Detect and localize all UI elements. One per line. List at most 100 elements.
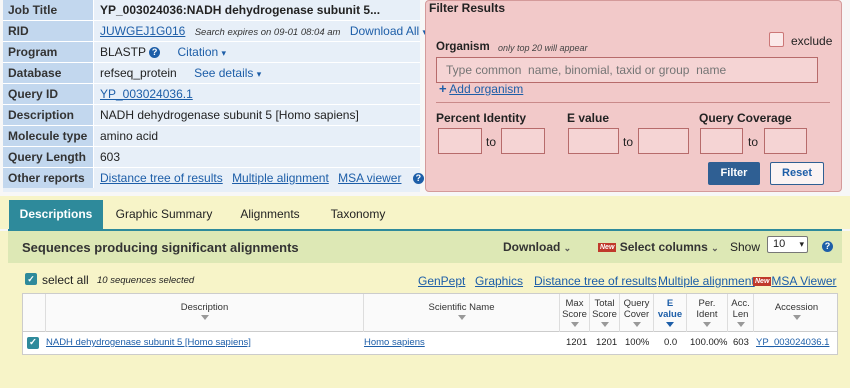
table-row[interactable]: ✓ NADH dehydrogenase subunit 5 [Homo sap… bbox=[23, 332, 837, 354]
sort-arrow-icon bbox=[736, 322, 745, 327]
show-label: Show bbox=[730, 240, 761, 254]
sort-arrow-icon bbox=[666, 322, 674, 327]
sort-arrow-icon bbox=[570, 322, 579, 327]
citation-link[interactable]: Citation bbox=[178, 45, 219, 59]
select-all-checkbox[interactable]: ✓ bbox=[25, 273, 37, 285]
column-header-acc-len[interactable]: Acc. Len bbox=[727, 294, 753, 332]
sort-arrow-icon bbox=[792, 315, 801, 320]
multiple-alignment-link[interactable]: Multiple alignment bbox=[658, 274, 755, 288]
tab-graphic-summary[interactable]: Graphic Summary bbox=[108, 200, 220, 229]
sort-arrow-icon bbox=[632, 322, 641, 327]
column-header-description[interactable]: Description bbox=[45, 294, 363, 332]
database-value: refseq_protein bbox=[100, 66, 177, 80]
row-accession-link[interactable]: YP_003024036.1 bbox=[756, 337, 829, 348]
column-header-query-cover[interactable]: Query Cover bbox=[619, 294, 653, 332]
column-header-per-ident[interactable]: Per. Ident bbox=[686, 294, 727, 332]
sort-arrow-icon bbox=[600, 322, 609, 327]
query-coverage-max-input[interactable] bbox=[764, 128, 807, 154]
genpept-link[interactable]: GenPept bbox=[418, 274, 465, 288]
chevron-down-icon: ▾ bbox=[799, 239, 804, 249]
percent-identity-max-input[interactable] bbox=[501, 128, 545, 154]
program-label: Program bbox=[3, 42, 94, 62]
query-length-label: Query Length bbox=[3, 147, 94, 167]
download-dropdown[interactable]: Download ⌄ bbox=[503, 240, 571, 254]
distance-tree-link[interactable]: Distance tree of results bbox=[534, 274, 657, 288]
query-id-link[interactable]: YP_003024036.1 bbox=[100, 84, 193, 104]
query-coverage-min-input[interactable] bbox=[700, 128, 743, 154]
column-header-total-score[interactable]: Total Score bbox=[589, 294, 619, 332]
multiple-alignment-link[interactable]: Multiple alignment bbox=[232, 171, 329, 185]
row-query-cover: 100% bbox=[625, 337, 650, 348]
organism-note: only top 20 will appear bbox=[498, 43, 588, 53]
msa-viewer-link[interactable]: New MSA Viewer bbox=[753, 274, 837, 288]
job-title-label: Job Title bbox=[3, 0, 94, 20]
tab-alignments[interactable]: Alignments bbox=[230, 200, 310, 229]
plus-icon: + bbox=[439, 81, 447, 96]
to-label: to bbox=[748, 135, 759, 149]
sort-arrow-icon bbox=[200, 315, 209, 320]
tab-taxonomy[interactable]: Taxonomy bbox=[320, 200, 396, 229]
other-reports-row: Other reports Distance tree of results M… bbox=[3, 168, 424, 189]
graphics-link[interactable]: Graphics bbox=[475, 274, 523, 288]
molecule-type-row: Molecule type amino acid bbox=[3, 126, 420, 147]
results-section: Sequences producing significant alignmen… bbox=[0, 231, 850, 388]
results-header: Sequences producing significant alignmen… bbox=[8, 231, 842, 263]
chevron-down-icon[interactable]: ▾ bbox=[222, 43, 227, 63]
e-value-min-input[interactable] bbox=[568, 128, 619, 154]
see-details-link[interactable]: See details bbox=[194, 66, 253, 80]
select-columns-dropdown[interactable]: New Select columns ⌄ bbox=[598, 240, 719, 254]
description-row: Description NADH dehydrogenase subunit 5… bbox=[3, 105, 420, 126]
to-label: to bbox=[623, 135, 634, 149]
row-description-link[interactable]: NADH dehydrogenase subunit 5 [Homo sapie… bbox=[46, 337, 251, 348]
results-table: Description Scientific Name Max Score To… bbox=[22, 293, 838, 355]
help-icon[interactable]: ? bbox=[149, 47, 161, 59]
row-max-score: 1201 bbox=[566, 337, 588, 348]
sort-arrow-icon bbox=[457, 315, 466, 320]
program-value: BLASTP bbox=[100, 45, 146, 59]
result-tabs: Descriptions Graphic Summary Alignments … bbox=[0, 196, 850, 229]
description-value: NADH dehydrogenase subunit 5 [Homo sapie… bbox=[100, 108, 359, 122]
row-scientific-name-link[interactable]: Homo sapiens bbox=[364, 337, 425, 348]
e-value-label: E value bbox=[567, 111, 610, 125]
column-header-e-value[interactable]: E value bbox=[653, 294, 686, 332]
reset-button[interactable]: Reset bbox=[770, 162, 824, 185]
help-icon[interactable]: ? bbox=[412, 173, 424, 185]
percent-identity-min-input[interactable] bbox=[438, 128, 482, 154]
chevron-down-icon: ⌄ bbox=[563, 243, 572, 253]
molecule-type-label: Molecule type bbox=[3, 126, 94, 146]
program-row: Program BLASTP ? Citation ▾ bbox=[3, 42, 420, 63]
exclude-label: exclude bbox=[791, 34, 833, 48]
rid-link[interactable]: JUWGEJ1G016 bbox=[100, 24, 185, 38]
results-title: Sequences producing significant alignmen… bbox=[22, 240, 299, 255]
query-coverage-label: Query Coverage bbox=[699, 111, 792, 125]
description-label: Description bbox=[3, 105, 94, 125]
rid-row: RID JUWGEJ1G016 Search expires on 09-01 … bbox=[3, 21, 427, 42]
exclude-checkbox[interactable] bbox=[769, 32, 784, 47]
rid-label: RID bbox=[3, 21, 94, 41]
column-header-scientific-name[interactable]: Scientific Name bbox=[363, 294, 559, 332]
row-checkbox[interactable]: ✓ bbox=[27, 337, 39, 349]
new-badge: New bbox=[598, 243, 617, 253]
molecule-type-value: amino acid bbox=[100, 129, 159, 143]
row-acc-len: 603 bbox=[733, 337, 749, 348]
add-organism-link[interactable]: + Add organism bbox=[439, 81, 523, 96]
organism-input[interactable] bbox=[436, 57, 818, 83]
msa-viewer-link[interactable]: MSA viewer bbox=[338, 171, 401, 185]
e-value-max-input[interactable] bbox=[638, 128, 689, 154]
query-length-row: Query Length 603 bbox=[3, 147, 420, 168]
download-all-link[interactable]: Download All bbox=[350, 24, 419, 38]
column-header-max-score[interactable]: Max Score bbox=[559, 294, 589, 332]
show-count-select[interactable]: 10 ▾ bbox=[767, 236, 808, 253]
distance-tree-link[interactable]: Distance tree of results bbox=[100, 171, 223, 185]
chevron-down-icon[interactable]: ▾ bbox=[257, 64, 262, 84]
query-length-value: 603 bbox=[100, 150, 121, 164]
query-id-row: Query ID YP_003024036.1 bbox=[3, 84, 420, 105]
to-label: to bbox=[486, 135, 497, 149]
filter-results-panel: Filter Results Organism only top 20 will… bbox=[425, 0, 842, 192]
new-badge: New bbox=[753, 277, 772, 287]
row-per-ident: 100.00% bbox=[690, 337, 728, 348]
help-icon[interactable]: ? bbox=[822, 241, 833, 252]
filter-button[interactable]: Filter bbox=[708, 162, 760, 185]
column-header-accession[interactable]: Accession bbox=[753, 294, 839, 332]
tab-descriptions[interactable]: Descriptions bbox=[9, 200, 103, 229]
